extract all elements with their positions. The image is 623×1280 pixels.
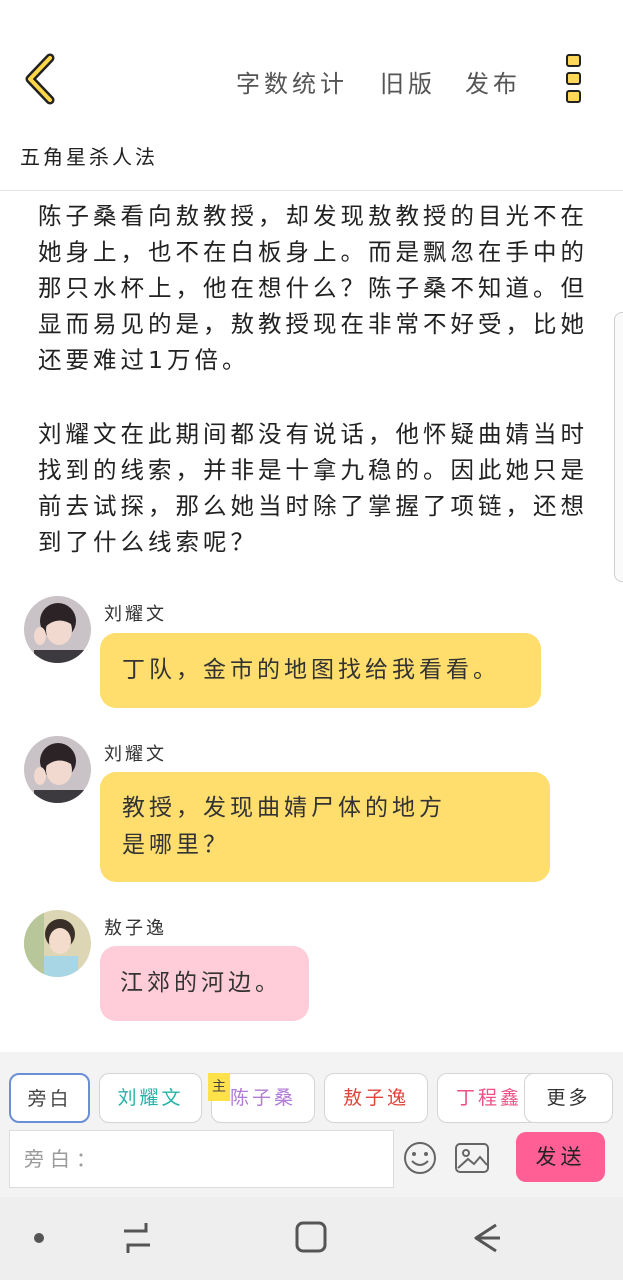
- header-divider: [0, 190, 623, 191]
- chevron-left-icon: [25, 53, 55, 105]
- message-sender-name: 刘耀文: [104, 604, 167, 625]
- role-tab-liu-yaowen[interactable]: 刘耀文: [99, 1073, 202, 1123]
- message-bubble[interactable]: 丁队，金市的地图找给我看看。: [100, 633, 541, 708]
- message-sender-name: 敖子逸: [104, 918, 167, 939]
- image-button[interactable]: [454, 1141, 490, 1175]
- publish-button[interactable]: 发布: [465, 64, 521, 99]
- message-sender-name: 刘耀文: [104, 744, 167, 765]
- role-tab-ao-ziyi[interactable]: 敖子逸: [324, 1073, 428, 1123]
- message-text: 教授，发现曲婧尸体的地方: [122, 795, 446, 821]
- old-version-button[interactable]: 旧版: [380, 64, 436, 99]
- nav-back-button[interactable]: [466, 1219, 504, 1257]
- story-title: 五角星杀人法: [20, 145, 158, 169]
- message-text: 是哪里？: [122, 832, 230, 858]
- narration-paragraph[interactable]: 刘耀文在此期间都没有说话，他怀疑曲婧当时找到的线索，并非是十拿九稳的。因此她只是…: [38, 416, 593, 560]
- recent-apps-button[interactable]: [118, 1219, 156, 1257]
- avatar[interactable]: [24, 736, 91, 803]
- send-button[interactable]: 发送: [516, 1132, 605, 1182]
- scroll-handle[interactable]: [614, 312, 623, 582]
- back-arrow-icon: [474, 1223, 500, 1253]
- avatar[interactable]: [24, 596, 91, 663]
- smiley-icon: [404, 1142, 436, 1174]
- recent-apps-icon: [124, 1223, 150, 1253]
- home-icon: [295, 1221, 327, 1253]
- dot-icon: [34, 1233, 44, 1243]
- image-icon: [455, 1143, 489, 1173]
- message-input[interactable]: [9, 1130, 394, 1188]
- home-button[interactable]: [293, 1219, 329, 1255]
- role-tab-narrator[interactable]: 旁白: [9, 1073, 90, 1123]
- more-roles-button[interactable]: 更多: [524, 1073, 613, 1123]
- message-bubble[interactable]: 教授，发现曲婧尸体的地方 是哪里？: [100, 772, 550, 882]
- avatar[interactable]: [24, 910, 91, 977]
- lead-role-badge: 主: [208, 1073, 230, 1101]
- back-button[interactable]: [20, 52, 64, 106]
- more-menu-button[interactable]: [560, 52, 588, 106]
- message-text: 江郊的河边。: [120, 970, 282, 996]
- word-count-button[interactable]: 字数统计: [236, 64, 348, 99]
- narration-paragraph[interactable]: 陈子桑看向敖教授，却发现敖教授的目光不在她身上，也不在白板身上。而是飘忽在手中的…: [38, 198, 593, 378]
- emoji-button[interactable]: [402, 1140, 438, 1176]
- system-nav-bar: [0, 1197, 623, 1280]
- message-bubble[interactable]: 江郊的河边。: [100, 946, 309, 1021]
- message-text: 丁队，金市的地图找给我看看。: [122, 657, 500, 683]
